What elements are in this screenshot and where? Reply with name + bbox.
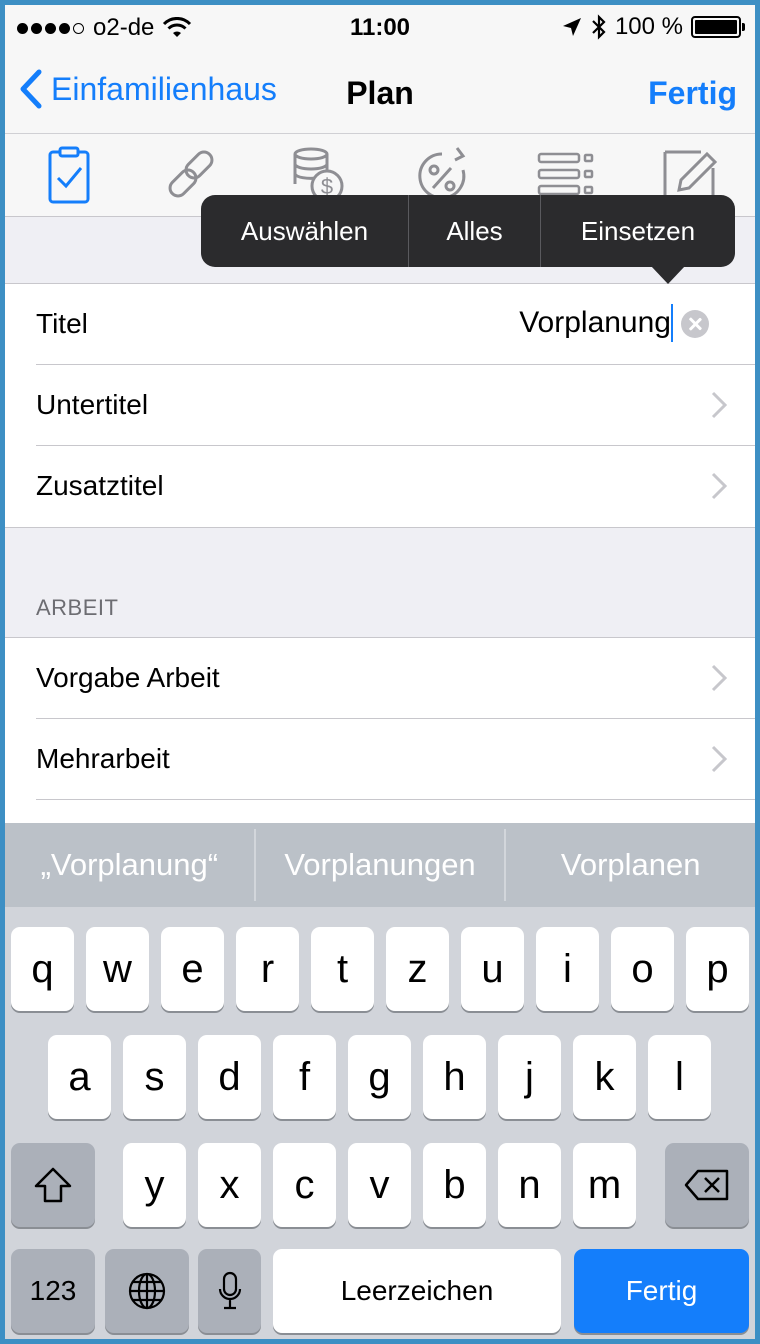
key-l[interactable]: l <box>648 1035 711 1119</box>
title-label: Titel <box>36 308 88 339</box>
select-all-menu-item[interactable]: Alles <box>409 195 540 267</box>
chevron-left-icon <box>20 69 42 109</box>
subtitle-row[interactable]: Untertitel <box>5 365 755 446</box>
bluetooth-icon <box>592 14 606 40</box>
key-d[interactable]: d <box>198 1035 261 1119</box>
clipboard-check-icon[interactable] <box>39 144 101 206</box>
phone-screen: o2-de 11:00 100 % Einfamilienhaus Plan F… <box>5 5 755 1339</box>
key-y[interactable]: y <box>123 1143 186 1227</box>
status-bar: o2-de 11:00 100 % <box>5 5 755 45</box>
suggestion-1[interactable]: „Vorplanung“ <box>5 823 254 907</box>
key-v[interactable]: v <box>348 1143 411 1227</box>
work-label: Vorgabe Arbeit <box>36 662 220 693</box>
globe-icon <box>128 1272 166 1310</box>
overtime-label: Mehrarbeit <box>36 743 170 774</box>
chevron-right-icon <box>711 745 727 773</box>
suggestion-3[interactable]: Vorplanen <box>506 823 755 907</box>
key-t[interactable]: t <box>311 927 374 1011</box>
edit-menu: Auswählen Alles Einsetzen <box>201 195 735 267</box>
key-a[interactable]: a <box>48 1035 111 1119</box>
clear-text-icon[interactable] <box>681 310 709 338</box>
key-r[interactable]: r <box>236 927 299 1011</box>
globe-key[interactable] <box>105 1249 189 1333</box>
key-z[interactable]: z <box>386 927 449 1011</box>
key-j[interactable]: j <box>498 1035 561 1119</box>
navigation-bar: Einfamilienhaus Plan Fertig <box>5 45 755 133</box>
key-e[interactable]: e <box>161 927 224 1011</box>
battery-percent: 100 % <box>614 13 683 40</box>
key-m[interactable]: m <box>573 1143 636 1227</box>
key-f[interactable]: f <box>273 1035 336 1119</box>
key-k[interactable]: k <box>573 1035 636 1119</box>
key-w[interactable]: w <box>86 927 149 1011</box>
edit-menu-arrow <box>651 266 685 284</box>
key-p[interactable]: p <box>686 927 749 1011</box>
microphone-icon <box>218 1271 241 1310</box>
location-arrow-icon <box>562 18 581 36</box>
key-i[interactable]: i <box>536 927 599 1011</box>
key-o[interactable]: o <box>611 927 674 1011</box>
back-button-label: Einfamilienhaus <box>51 70 277 107</box>
key-g[interactable]: g <box>348 1035 411 1119</box>
key-s[interactable]: s <box>123 1035 186 1119</box>
back-button[interactable]: Einfamilienhaus <box>19 69 277 109</box>
status-right: 100 % <box>561 13 745 41</box>
numbers-key[interactable]: 123 <box>11 1249 95 1333</box>
backspace-icon <box>684 1169 729 1201</box>
title-input[interactable]: Vorplanung <box>519 306 671 340</box>
row-divider <box>36 799 755 800</box>
key-c[interactable]: c <box>273 1143 336 1227</box>
shift-key[interactable] <box>11 1143 95 1227</box>
dictation-key[interactable] <box>198 1249 261 1333</box>
key-n[interactable]: n <box>498 1143 561 1227</box>
suggestion-2[interactable]: Vorplanungen <box>256 823 505 907</box>
key-u[interactable]: u <box>461 927 524 1011</box>
overtime-row[interactable]: Mehrarbeit <box>5 719 755 800</box>
chevron-right-icon <box>711 472 727 500</box>
key-q[interactable]: q <box>11 927 74 1011</box>
key-h[interactable]: h <box>423 1035 486 1119</box>
section-header-arbeit: ARBEIT <box>36 595 119 620</box>
space-key[interactable]: Leerzeichen <box>273 1249 561 1333</box>
subtitle-label: Untertitel <box>36 389 149 420</box>
shift-icon <box>34 1167 72 1203</box>
extra-title-label: Zusatztitel <box>36 470 164 501</box>
delete-key[interactable] <box>665 1143 749 1227</box>
paste-menu-item[interactable]: Einsetzen <box>541 195 735 267</box>
battery-icon <box>691 16 745 38</box>
title-group: Titel Vorplanung Untertitel Zusatztitel <box>5 283 755 528</box>
work-group: Vorgabe Arbeit Mehrarbeit <box>5 637 755 837</box>
chevron-right-icon <box>711 664 727 692</box>
keyboard: q w e r t z u i o p a s d f g h j k l y … <box>5 907 755 1339</box>
select-menu-item[interactable]: Auswählen <box>201 195 408 267</box>
done-button[interactable]: Fertig <box>648 75 737 112</box>
key-b[interactable]: b <box>423 1143 486 1227</box>
key-x[interactable]: x <box>198 1143 261 1227</box>
extra-title-row[interactable]: Zusatztitel <box>5 446 755 527</box>
return-key[interactable]: Fertig <box>574 1249 749 1333</box>
work-row[interactable]: Vorgabe Arbeit <box>5 638 755 719</box>
predictive-text-bar: „Vorplanung“ Vorplanungen Vorplanen <box>5 823 755 907</box>
text-cursor <box>671 304 673 342</box>
title-row[interactable]: Titel Vorplanung <box>5 284 755 365</box>
chevron-right-icon <box>711 391 727 419</box>
